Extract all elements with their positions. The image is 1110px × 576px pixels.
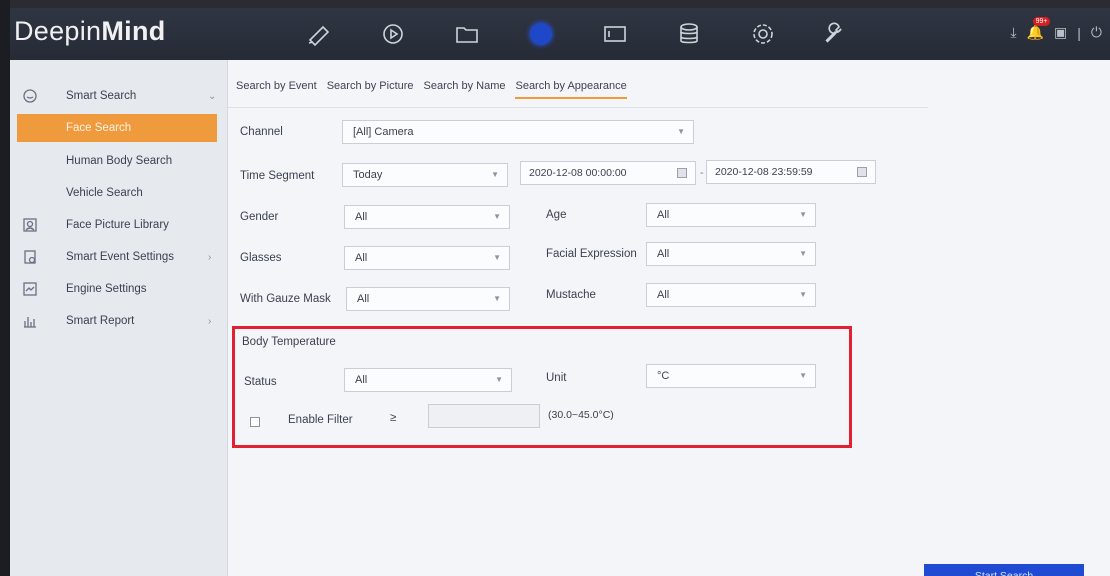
top-right-tools: ⤓ 🔔 99+ ▣ | ⏻ bbox=[1010, 17, 1102, 41]
gauze-mask-select[interactable]: All ▼ bbox=[346, 287, 510, 311]
dropdown-arrow-icon: ▼ bbox=[799, 210, 807, 219]
gender-label: Gender bbox=[240, 211, 279, 223]
temperature-threshold-input[interactable] bbox=[428, 404, 540, 428]
channel-select[interactable]: [All] Camera ▼ bbox=[342, 120, 694, 144]
unit-select[interactable]: °C ▼ bbox=[646, 364, 816, 388]
temperature-status-select[interactable]: All ▼ bbox=[344, 368, 512, 392]
chevron-down-icon: ⌄ bbox=[208, 90, 217, 102]
top-navigation-bar: DeepinMind ⤓ 🔔 99+ ▣ | ⏻ bbox=[10, 8, 1110, 60]
sidebar-item-smart-event-settings[interactable]: Smart Event Settings › bbox=[10, 243, 228, 271]
screen: DeepinMind ⤓ 🔔 99+ ▣ | ⏻ Smart Search ⌄ … bbox=[10, 8, 1110, 576]
maintenance-wrench-icon[interactable] bbox=[816, 18, 850, 50]
start-search-button[interactable]: Start Search bbox=[924, 564, 1084, 576]
monitor-bezel-left bbox=[0, 0, 10, 576]
sidebar-item-face-picture-library[interactable]: Face Picture Library bbox=[10, 211, 228, 239]
tab-divider bbox=[228, 107, 928, 108]
live-view-camera-icon[interactable] bbox=[302, 18, 336, 50]
end-time-field[interactable]: 2020-12-08 23:59:59 bbox=[706, 160, 876, 184]
notification-badge: 99+ bbox=[1032, 17, 1051, 26]
channel-label: Channel bbox=[240, 126, 283, 138]
greater-equal-symbol: ≥ bbox=[390, 412, 397, 424]
enable-filter-label: Enable Filter bbox=[288, 414, 353, 426]
smart-search-icon[interactable] bbox=[524, 18, 558, 50]
search-tabs: Search by Event Search by Picture Search… bbox=[236, 80, 627, 99]
sidebar-item-face-search[interactable]: Face Search bbox=[17, 114, 217, 142]
age-label: Age bbox=[546, 209, 567, 221]
sidebar-item-vehicle-search[interactable]: Vehicle Search bbox=[10, 179, 228, 207]
tab-search-by-appearance[interactable]: Search by Appearance bbox=[515, 80, 627, 99]
chevron-right-icon: › bbox=[208, 315, 212, 327]
mustache-label: Mustache bbox=[546, 289, 596, 301]
gender-select[interactable]: All ▼ bbox=[344, 205, 510, 229]
sidebar-item-human-body-search[interactable]: Human Body Search bbox=[10, 147, 228, 175]
dropdown-arrow-icon: ▼ bbox=[799, 371, 807, 380]
facial-expression-select[interactable]: All ▼ bbox=[646, 242, 816, 266]
storage-icon[interactable] bbox=[672, 18, 706, 50]
calendar-icon[interactable] bbox=[857, 167, 867, 177]
calendar-icon[interactable] bbox=[677, 168, 687, 178]
monitor-bezel-top bbox=[0, 0, 1110, 8]
dropdown-arrow-icon: ▼ bbox=[677, 127, 685, 136]
dropdown-arrow-icon: ▼ bbox=[493, 253, 501, 262]
event-settings-icon bbox=[22, 249, 38, 265]
file-management-icon[interactable] bbox=[450, 18, 484, 50]
temperature-range-hint: (30.0~45.0°C) bbox=[548, 409, 614, 421]
glasses-label: Glasses bbox=[240, 252, 282, 264]
age-select[interactable]: All ▼ bbox=[646, 203, 816, 227]
download-icon[interactable]: ⤓ bbox=[1010, 24, 1016, 41]
dropdown-arrow-icon: ▼ bbox=[799, 290, 807, 299]
divider: | bbox=[1077, 24, 1081, 41]
smart-search-icon bbox=[22, 88, 38, 104]
unit-label: Unit bbox=[546, 372, 567, 384]
time-segment-select[interactable]: Today ▼ bbox=[342, 163, 508, 187]
sidebar-item-engine-settings[interactable]: Engine Settings bbox=[10, 275, 228, 303]
playback-icon[interactable] bbox=[376, 18, 410, 50]
face-library-icon bbox=[22, 217, 38, 233]
chevron-right-icon: › bbox=[208, 251, 212, 263]
engine-settings-icon bbox=[22, 281, 38, 297]
body-temperature-title: Body Temperature bbox=[242, 336, 336, 348]
glasses-select[interactable]: All ▼ bbox=[344, 246, 510, 270]
range-dash: - bbox=[700, 167, 704, 179]
report-chart-icon bbox=[22, 313, 38, 329]
dropdown-arrow-icon: ▼ bbox=[493, 294, 501, 303]
tab-search-by-picture[interactable]: Search by Picture bbox=[327, 80, 414, 99]
power-icon[interactable]: ⏻ bbox=[1091, 24, 1102, 41]
dropdown-arrow-icon: ▼ bbox=[495, 375, 503, 384]
start-time-field[interactable]: 2020-12-08 00:00:00 bbox=[520, 161, 696, 185]
sidebar: Smart Search ⌄ Face Search Human Body Se… bbox=[10, 60, 228, 576]
sidebar-item-smart-report[interactable]: Smart Report › bbox=[10, 307, 228, 335]
display-icon[interactable] bbox=[598, 18, 632, 50]
tab-search-by-name[interactable]: Search by Name bbox=[424, 80, 506, 99]
sidebar-item-smart-search[interactable]: Smart Search ⌄ bbox=[10, 82, 228, 110]
time-segment-label: Time Segment bbox=[240, 170, 315, 182]
dropdown-arrow-icon: ▼ bbox=[491, 170, 499, 179]
gauze-mask-label: With Gauze Mask bbox=[240, 293, 331, 305]
app-logo: DeepinMind bbox=[14, 16, 166, 46]
mustache-select[interactable]: All ▼ bbox=[646, 283, 816, 307]
settings-gear-icon[interactable] bbox=[746, 18, 780, 50]
dropdown-arrow-icon: ▼ bbox=[493, 212, 501, 221]
status-label: Status bbox=[244, 376, 277, 388]
main-panel: Search by Event Search by Picture Search… bbox=[228, 60, 1110, 576]
enable-filter-checkbox[interactable] bbox=[250, 417, 260, 427]
facial-expression-label: Facial Expression bbox=[546, 248, 637, 260]
tab-search-by-event[interactable]: Search by Event bbox=[236, 80, 317, 99]
alarm-bell-icon[interactable]: 🔔 99+ bbox=[1027, 17, 1051, 41]
user-icon[interactable]: ▣ bbox=[1054, 24, 1067, 41]
dropdown-arrow-icon: ▼ bbox=[799, 249, 807, 258]
